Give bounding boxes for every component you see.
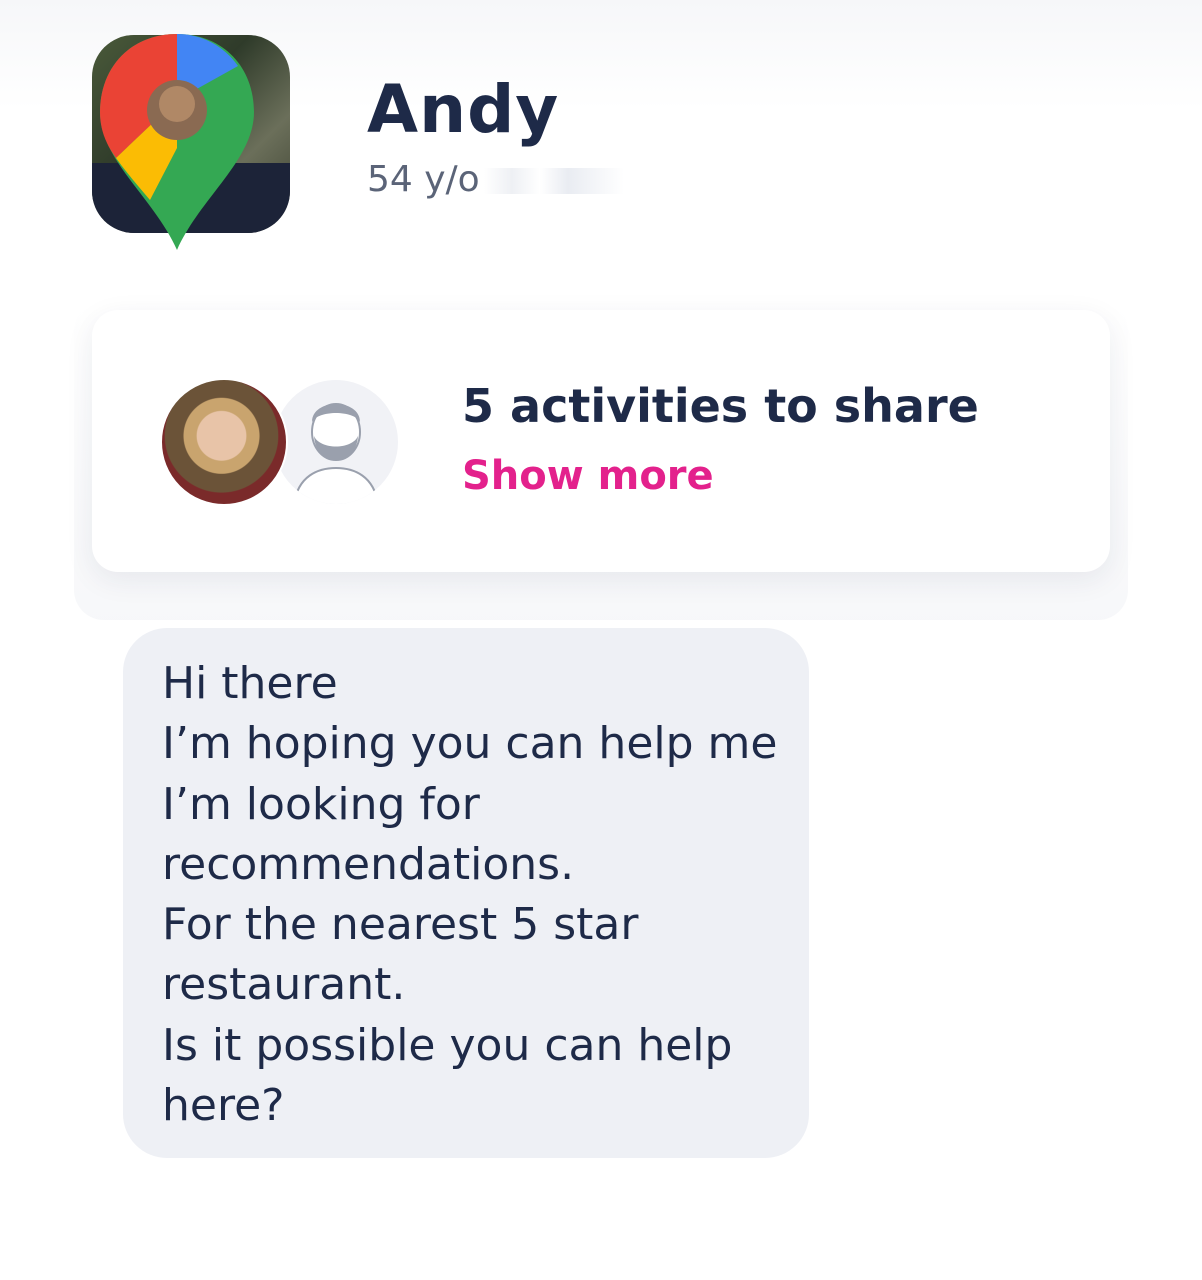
message-text: Hi there I’m hoping you can help me I’m … [162,658,778,1132]
profile-age: 54 y/o [367,159,480,200]
show-more-link[interactable]: Show more [462,450,714,502]
woman-avatar [160,378,288,506]
bearded-man-avatar-icon [272,378,400,506]
activities-title: 5 activities to share [462,379,979,433]
map-pin-icon [100,34,254,250]
profile-name: Andy [367,71,560,148]
profile-subtitle: 54 y/o [367,158,624,202]
redacted-location [483,168,624,194]
